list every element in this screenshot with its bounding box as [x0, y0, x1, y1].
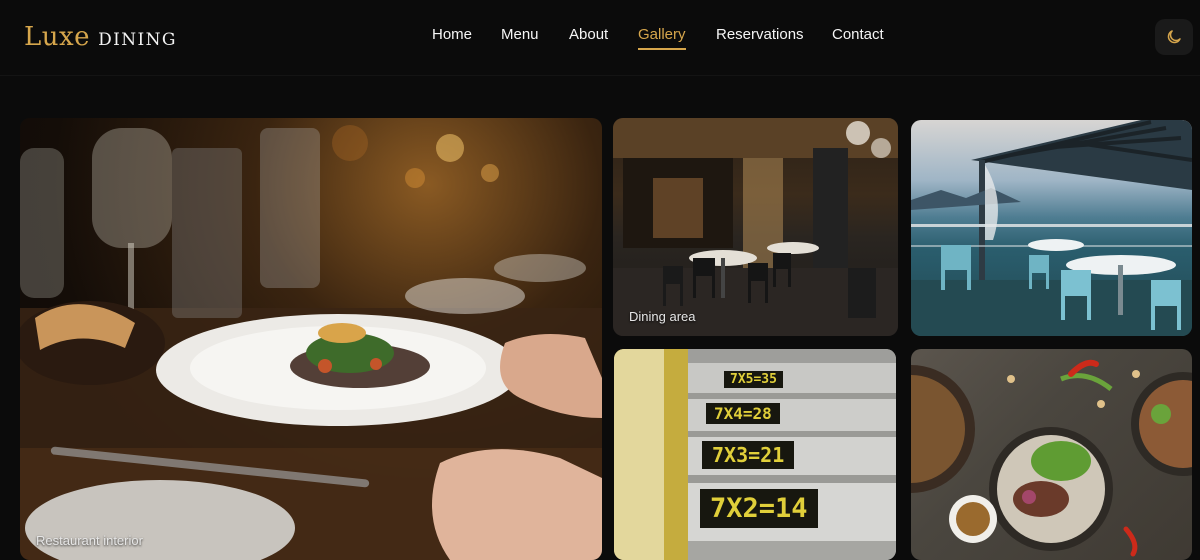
- terrace-image: [911, 120, 1192, 336]
- stair-number: 7X3=21: [702, 441, 795, 469]
- nav-item-contact[interactable]: Contact: [832, 26, 884, 43]
- gallery-item-label: Dining area: [629, 309, 696, 324]
- restaurant-interior-image: [20, 125, 602, 560]
- main-nav: Home Menu About Gallery Reservations Con…: [0, 26, 1200, 56]
- gallery-item-restaurant-interior[interactable]: Restaurant interior: [20, 118, 602, 560]
- food-image: [911, 359, 1192, 557]
- gallery-item-terrace[interactable]: [911, 120, 1192, 336]
- nav-item-about[interactable]: About: [569, 26, 608, 43]
- nav-item-home[interactable]: Home: [432, 26, 472, 43]
- gallery-item-stairs[interactable]: 7X5=35 7X4=28 7X3=21 7X2=14: [614, 349, 896, 560]
- stair-number: 7X4=28: [706, 403, 780, 424]
- nav-item-gallery[interactable]: Gallery: [638, 26, 686, 50]
- gallery-item-food[interactable]: [911, 349, 1192, 560]
- gallery-item-label: Restaurant interior: [36, 533, 143, 548]
- theme-toggle-button[interactable]: [1155, 19, 1193, 55]
- gallery-item-dining-area[interactable]: Dining area: [613, 118, 898, 336]
- nav-item-reservations[interactable]: Reservations: [716, 26, 804, 43]
- site-header: Luxe DINING Home Menu About Gallery Rese…: [0, 0, 1200, 76]
- stair-number: 7X2=14: [700, 489, 818, 528]
- nav-item-menu[interactable]: Menu: [501, 26, 539, 43]
- stair-number: 7X5=35: [724, 371, 783, 388]
- dining-area-image: [613, 118, 898, 336]
- moon-icon: [1165, 28, 1183, 46]
